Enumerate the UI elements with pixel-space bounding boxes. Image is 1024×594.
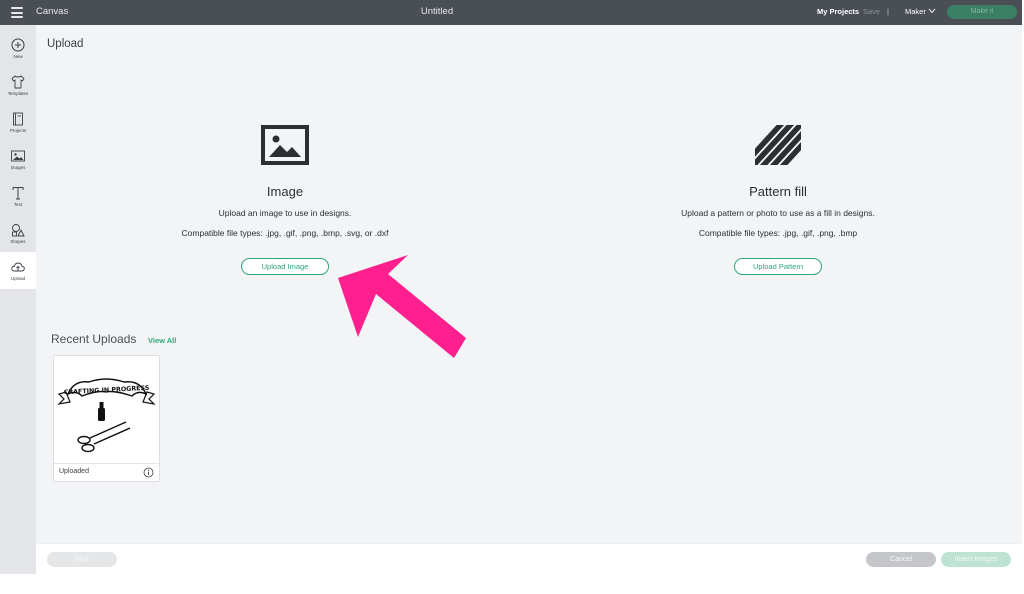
left-sidebar: New Templates Projects Images Text Shape… [0, 25, 36, 574]
pattern-file-types: Compatible file types: .jpg, .gif, .png,… [698, 228, 858, 238]
pattern-stripes-icon [755, 125, 801, 165]
sidebar-item-projects[interactable]: Projects [0, 104, 36, 141]
save-link[interactable]: Save [863, 7, 880, 16]
recent-uploads-title: Recent Uploads [51, 332, 137, 346]
my-projects-link[interactable]: My Projects [817, 7, 859, 16]
recent-upload-card[interactable]: CRAFTING IN PROGRESS Uploaded [53, 355, 160, 482]
document-title: Untitled [420, 6, 454, 17]
back-button[interactable]: Back [47, 552, 117, 567]
pattern-upload-section: Pattern fill Upload a pattern or photo t… [608, 125, 948, 275]
image-icon [261, 125, 309, 165]
sidebar-item-label: Shapes [10, 239, 26, 244]
upload-pattern-button[interactable]: Upload Pattern [734, 258, 822, 275]
sidebar-item-images[interactable]: Images [0, 141, 36, 178]
image-section-title: Image [266, 184, 304, 199]
shapes-icon [12, 224, 25, 237]
pattern-section-title: Pattern fill [749, 184, 807, 199]
view-all-link[interactable]: View All [148, 336, 176, 345]
upload-cloud-icon [11, 262, 25, 272]
sidebar-item-label: Projects [9, 128, 27, 133]
sidebar-item-upload[interactable]: Upload [0, 252, 36, 289]
image-icon [11, 150, 25, 162]
plus-circle-icon [11, 38, 25, 52]
bottom-action-bar: Back Cancel Insert Images [36, 543, 1022, 574]
text-icon [12, 187, 24, 200]
upload-image-button[interactable]: Upload Image [241, 258, 329, 275]
upload-status-label: Uploaded [59, 468, 89, 475]
sidebar-item-templates[interactable]: Templates [0, 67, 36, 104]
image-section-description: Upload an image to use in designs. [218, 208, 352, 218]
chevron-down-icon[interactable] [927, 7, 937, 15]
image-file-types: Compatible file types: .jpg, .gif, .png,… [181, 228, 389, 238]
info-icon[interactable] [143, 467, 154, 478]
sidebar-item-label: New [13, 54, 23, 59]
machine-selector[interactable]: Maker [905, 7, 926, 16]
card-footer: Uploaded [54, 463, 159, 482]
main-content: Upload Image Upload an image to use in d… [36, 25, 1022, 543]
insert-images-button[interactable]: Insert Images [941, 552, 1011, 567]
shirt-icon [11, 75, 25, 89]
page-title: Upload [47, 38, 84, 50]
sidebar-item-new[interactable]: New [0, 30, 36, 67]
cancel-button[interactable]: Cancel [866, 552, 936, 567]
upload-thumbnail: CRAFTING IN PROGRESS [54, 356, 159, 462]
make-it-button[interactable]: Make it [947, 5, 1017, 19]
sidebar-item-label: Upload [10, 276, 26, 281]
sidebar-item-label: Templates [7, 91, 29, 96]
pattern-section-description: Upload a pattern or photo to use as a fi… [681, 208, 875, 218]
sidebar-item-shapes[interactable]: Shapes [0, 215, 36, 252]
sidebar-item-label: Images [10, 165, 26, 170]
annotation-arrow-icon [338, 255, 466, 358]
app-window: Canvas Untitled My Projects Save | Maker… [0, 0, 1024, 594]
sidebar-item-text[interactable]: Text [0, 178, 36, 215]
topbar-separator: | [887, 7, 889, 16]
projects-icon [13, 112, 23, 126]
top-bar: Canvas Untitled My Projects Save | Maker… [0, 0, 1022, 25]
sidebar-item-label: Text [13, 202, 23, 207]
